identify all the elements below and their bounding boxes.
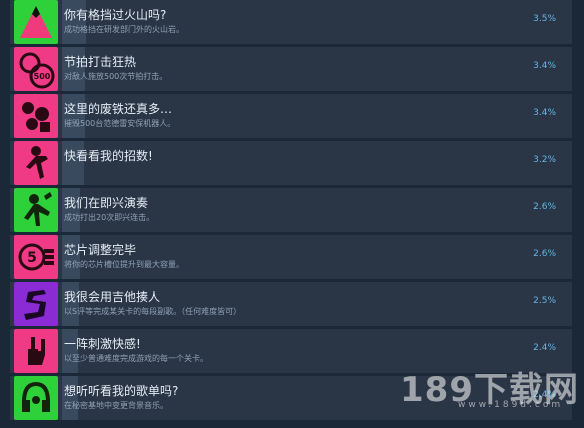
dancing-figure-icon	[14, 141, 58, 185]
achievement-row[interactable]: 500 节拍打击狂热 对敌人施放500次节拍打击。 3.4%	[10, 47, 572, 91]
volcano-icon	[14, 0, 58, 44]
achievement-description: 对敌人施放500次节拍打击。	[64, 72, 168, 81]
hand-rock-icon	[14, 329, 58, 373]
unlock-percentage: 2.6%	[533, 249, 556, 259]
unlock-percentage: 2.6%	[533, 202, 556, 212]
watermark-url: www.189d.com	[458, 400, 564, 410]
unlock-percentage: 3.2%	[533, 155, 556, 165]
achievement-row[interactable]: 5 芯片调整完毕 将你的芯片槽位提升到最大容量。 2.6%	[10, 235, 572, 279]
achievement-description: 成功打出20次即兴连击。	[64, 213, 155, 222]
achievement-title: 这里的废铁还真多…	[64, 102, 173, 116]
jam-player-icon	[14, 188, 58, 232]
achievement-title: 我很会用吉他揍人	[64, 290, 161, 304]
scrap-robot-icon	[14, 94, 58, 138]
achievement-title: 想听听看我的歌单吗?	[64, 384, 179, 398]
achievement-title: 我们在即兴演奏	[64, 196, 149, 210]
unlock-percentage: 3.4%	[533, 108, 556, 118]
achievement-row[interactable]: 我很会用吉他揍人 以S评等完成某关卡的每段副歌。（任何难度皆可） 2.5%	[10, 282, 572, 326]
headphones-icon	[14, 376, 58, 420]
watermark: 189下载网 www.189d.com	[400, 360, 580, 424]
svg-text:5: 5	[27, 250, 37, 266]
unlock-percentage: 2.5%	[533, 296, 556, 306]
achievement-row[interactable]: 快看看我的招数! 3.2%	[10, 141, 572, 185]
achievement-description: 以S评等完成某关卡的每段副歌。（任何难度皆可）	[64, 307, 242, 316]
unlock-percentage: 3.5%	[533, 14, 556, 24]
achievement-title: 芯片调整完毕	[64, 243, 137, 257]
achievement-description: 将你的芯片槽位提升到最大容量。	[64, 260, 184, 269]
achievement-title: 你有格挡过火山吗?	[64, 8, 167, 22]
achievement-description: 以至少普通难度完成游戏的每一个关卡。	[64, 354, 208, 363]
achievement-row[interactable]: 这里的废铁还真多… 摧毁500台范德雷安保机器人。 3.4%	[10, 94, 572, 138]
unlock-percentage: 2.4%	[533, 343, 556, 353]
500-badge-icon: 500	[14, 47, 58, 91]
achievement-title: 节拍打击狂热	[64, 55, 137, 69]
chip-5-icon: 5	[14, 235, 58, 279]
achievement-description: 摧毁500台范德雷安保机器人。	[64, 119, 176, 128]
achievement-title: 一阵刺激快感!	[64, 337, 141, 351]
achievement-description: 成功格挡在研发部门外的火山岩。	[64, 25, 184, 34]
achievement-title: 快看看我的招数!	[64, 149, 153, 163]
achievement-row[interactable]: 我们在即兴演奏 成功打出20次即兴连击。 2.6%	[10, 188, 572, 232]
unlock-percentage: 3.4%	[533, 61, 556, 71]
achievement-row[interactable]: 你有格挡过火山吗? 成功格挡在研发部门外的火山岩。 3.5%	[10, 0, 572, 44]
svg-text:500: 500	[34, 72, 51, 81]
s-rank-icon	[14, 282, 58, 326]
achievement-description: 在秘密基地中变更背景音乐。	[64, 401, 168, 410]
